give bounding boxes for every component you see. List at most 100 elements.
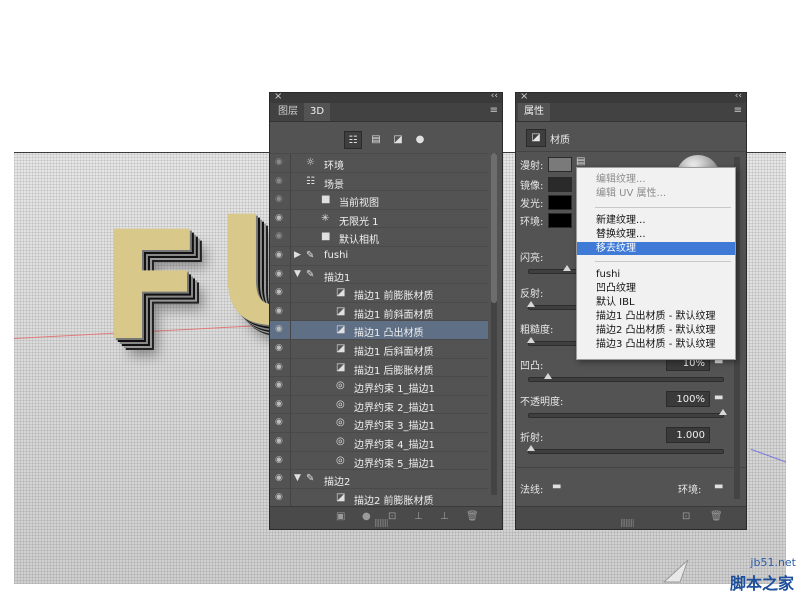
layer-row[interactable]: ◉ ◎ 边界约束 1_描边1: [270, 376, 488, 396]
environment-folder-icon[interactable]: ▬: [714, 481, 723, 492]
menu-item-edit-texture[interactable]: 编辑纹理...: [577, 173, 735, 186]
scrollbar[interactable]: [491, 153, 497, 495]
opacity-field[interactable]: 100%: [666, 391, 710, 407]
layer-row[interactable]: ◉ ☼ 环境: [270, 153, 488, 172]
layer-row[interactable]: ◉ ◪ 描边1 后斜面材质: [270, 339, 488, 358]
layer-row[interactable]: ◉ ◪ 描边1 前膨胀材质: [270, 283, 488, 303]
layer-row[interactable]: ◉ ◎ 边界约束 2_描边1: [270, 394, 488, 414]
layer-row[interactable]: ◉ ▶ ✎ fushi: [270, 246, 488, 265]
visibility-eye-icon[interactable]: ◉: [275, 194, 283, 204]
layer-row[interactable]: ◉ ■ 默认相机: [270, 227, 488, 247]
opacity-folder-icon[interactable]: ▬: [714, 392, 723, 403]
visibility-eye-icon[interactable]: ◉: [275, 343, 283, 353]
3d-letter-f[interactable]: F: [100, 212, 202, 362]
refraction-field[interactable]: 1.000: [666, 427, 710, 443]
layer-row[interactable]: ◉ ✳ 无限光 1: [270, 208, 488, 228]
ground-icon[interactable]: ⊥: [414, 511, 423, 522]
visibility-eye-icon[interactable]: ◉: [275, 455, 283, 465]
menu-item-replace-texture[interactable]: 替换纹理...: [577, 228, 735, 241]
visibility-eye-icon[interactable]: ◉: [275, 436, 283, 446]
panel-menu-icon[interactable]: ≡: [490, 105, 498, 116]
menu-item-edit-uv[interactable]: 编辑 UV 属性...: [577, 187, 735, 200]
visibility-eye-icon[interactable]: ◉: [275, 157, 283, 167]
menu-item-remove-texture[interactable]: 移去纹理: [577, 242, 735, 255]
trash-icon[interactable]: 🗑: [466, 511, 479, 522]
expand-arrow-icon[interactable]: ▼: [294, 473, 301, 483]
menu-item-texture-stroke3[interactable]: 描边3 凸出材质 - 默认纹理: [577, 338, 735, 351]
layer-row[interactable]: ◉ ▼ ✎ 描边2: [270, 469, 488, 489]
menu-item-new-texture[interactable]: 新建纹理...: [577, 214, 735, 227]
visibility-eye-icon[interactable]: ◉: [275, 287, 283, 297]
light-add-icon[interactable]: ●: [362, 511, 371, 522]
trash-icon[interactable]: 🗑: [710, 511, 723, 522]
emissive-swatch[interactable]: [548, 195, 572, 210]
layer-row[interactable]: ◉ ◪ 描边2 前膨胀材质: [270, 487, 488, 507]
visibility-eye-icon[interactable]: ◉: [275, 417, 283, 427]
drop-to-ground-icon[interactable]: ⊥: [440, 511, 449, 522]
menu-item-texture-stroke2[interactable]: 描边2 凸出材质 - 默认纹理: [577, 324, 735, 337]
render-icon[interactable]: ⊡: [682, 511, 690, 522]
visibility-eye-icon[interactable]: ◉: [275, 231, 283, 241]
layer-row[interactable]: ◉ ◪ 描边1 凸出材质: [270, 320, 488, 340]
scene-list-icon[interactable]: ☷: [344, 131, 362, 149]
layer-row[interactable]: ◉ ■ 当前视图: [270, 190, 488, 210]
visibility-eye-icon[interactable]: ◉: [275, 399, 283, 409]
menu-item-texture-stroke1[interactable]: 描边1 凸出材质 - 默认纹理: [577, 310, 735, 323]
normal-folder-icon[interactable]: ▬: [552, 481, 561, 492]
visibility-eye-icon[interactable]: ◉: [275, 380, 283, 390]
material-icon[interactable]: ◪: [526, 129, 546, 147]
roughness-knob[interactable]: [527, 337, 535, 343]
menu-item-texture-bump[interactable]: 凹凸纹理: [577, 282, 735, 295]
bump-slider[interactable]: [528, 373, 724, 382]
shine-knob[interactable]: [563, 265, 571, 271]
opacity-knob[interactable]: [719, 409, 727, 415]
visibility-eye-icon[interactable]: ◉: [275, 473, 283, 483]
diffuse-swatch[interactable]: [548, 157, 572, 172]
tab-3d[interactable]: 3D: [304, 103, 331, 121]
material-icon[interactable]: ◪: [390, 131, 406, 147]
mesh-add-icon[interactable]: ▣: [336, 511, 345, 522]
render-icon[interactable]: ⊡: [388, 511, 396, 522]
menu-item-texture-ibl[interactable]: 默认 IBL: [577, 296, 735, 309]
specular-swatch[interactable]: [548, 177, 572, 192]
layer-row[interactable]: ◉ ◪ 描边1 后膨胀材质: [270, 357, 488, 377]
refraction-slider[interactable]: [527, 445, 724, 454]
ambient-swatch[interactable]: [548, 213, 572, 228]
expand-arrow-icon[interactable]: ▶: [294, 250, 301, 260]
bump-knob[interactable]: [544, 373, 553, 379]
close-icon[interactable]: ×: [520, 91, 528, 102]
visibility-eye-icon[interactable]: ◉: [275, 306, 283, 316]
expand-arrow-icon[interactable]: ▼: [294, 269, 301, 279]
mesh-icon[interactable]: ▤: [368, 131, 384, 147]
tab-layers[interactable]: 图层: [272, 103, 304, 121]
tab-properties[interactable]: 属性: [518, 103, 550, 121]
layer-row[interactable]: ◉ ☷ 场景: [270, 171, 488, 191]
close-icon[interactable]: ×: [274, 91, 282, 102]
opacity-slider[interactable]: [528, 409, 727, 418]
scrollbar-thumb[interactable]: [491, 153, 497, 303]
collapse-icon[interactable]: ‹‹: [735, 91, 742, 101]
layer-type-icon: ◎: [336, 380, 345, 392]
layer-row[interactable]: ◉ ◪ 描边1 前斜面材质: [270, 301, 488, 321]
resize-grip[interactable]: ||||||||: [374, 518, 389, 527]
collapse-icon[interactable]: ‹‹: [491, 91, 498, 101]
visibility-eye-icon[interactable]: ◉: [275, 492, 283, 502]
layer-row[interactable]: ◉ ▼ ✎ 描边1: [270, 264, 488, 284]
emissive-label: 发光:: [520, 199, 544, 210]
layer-row[interactable]: ◉ ◎ 边界约束 4_描边1: [270, 432, 488, 451]
menu-item-texture-fushi[interactable]: fushi: [577, 268, 735, 281]
reflection-knob[interactable]: [527, 301, 535, 307]
visibility-eye-icon[interactable]: ◉: [275, 269, 283, 279]
resize-grip[interactable]: ||||||||: [620, 518, 635, 527]
visibility-eye-icon[interactable]: ◉: [275, 176, 283, 186]
light-icon[interactable]: ●: [412, 131, 428, 147]
visibility-eye-icon[interactable]: ◉: [275, 213, 283, 223]
visibility-eye-icon[interactable]: ◉: [275, 250, 283, 260]
layer-row[interactable]: ◉ ◎ 边界约束 3_描边1: [270, 413, 488, 433]
visibility-eye-icon[interactable]: ◉: [275, 362, 283, 372]
layer-row[interactable]: ◉ ◎ 边界约束 5_描边1: [270, 450, 488, 470]
visibility-eye-icon[interactable]: ◉: [275, 324, 283, 334]
texture-menu-icon[interactable]: ▤: [576, 156, 585, 167]
panel-menu-icon[interactable]: ≡: [734, 105, 742, 116]
refraction-knob[interactable]: [527, 445, 535, 451]
